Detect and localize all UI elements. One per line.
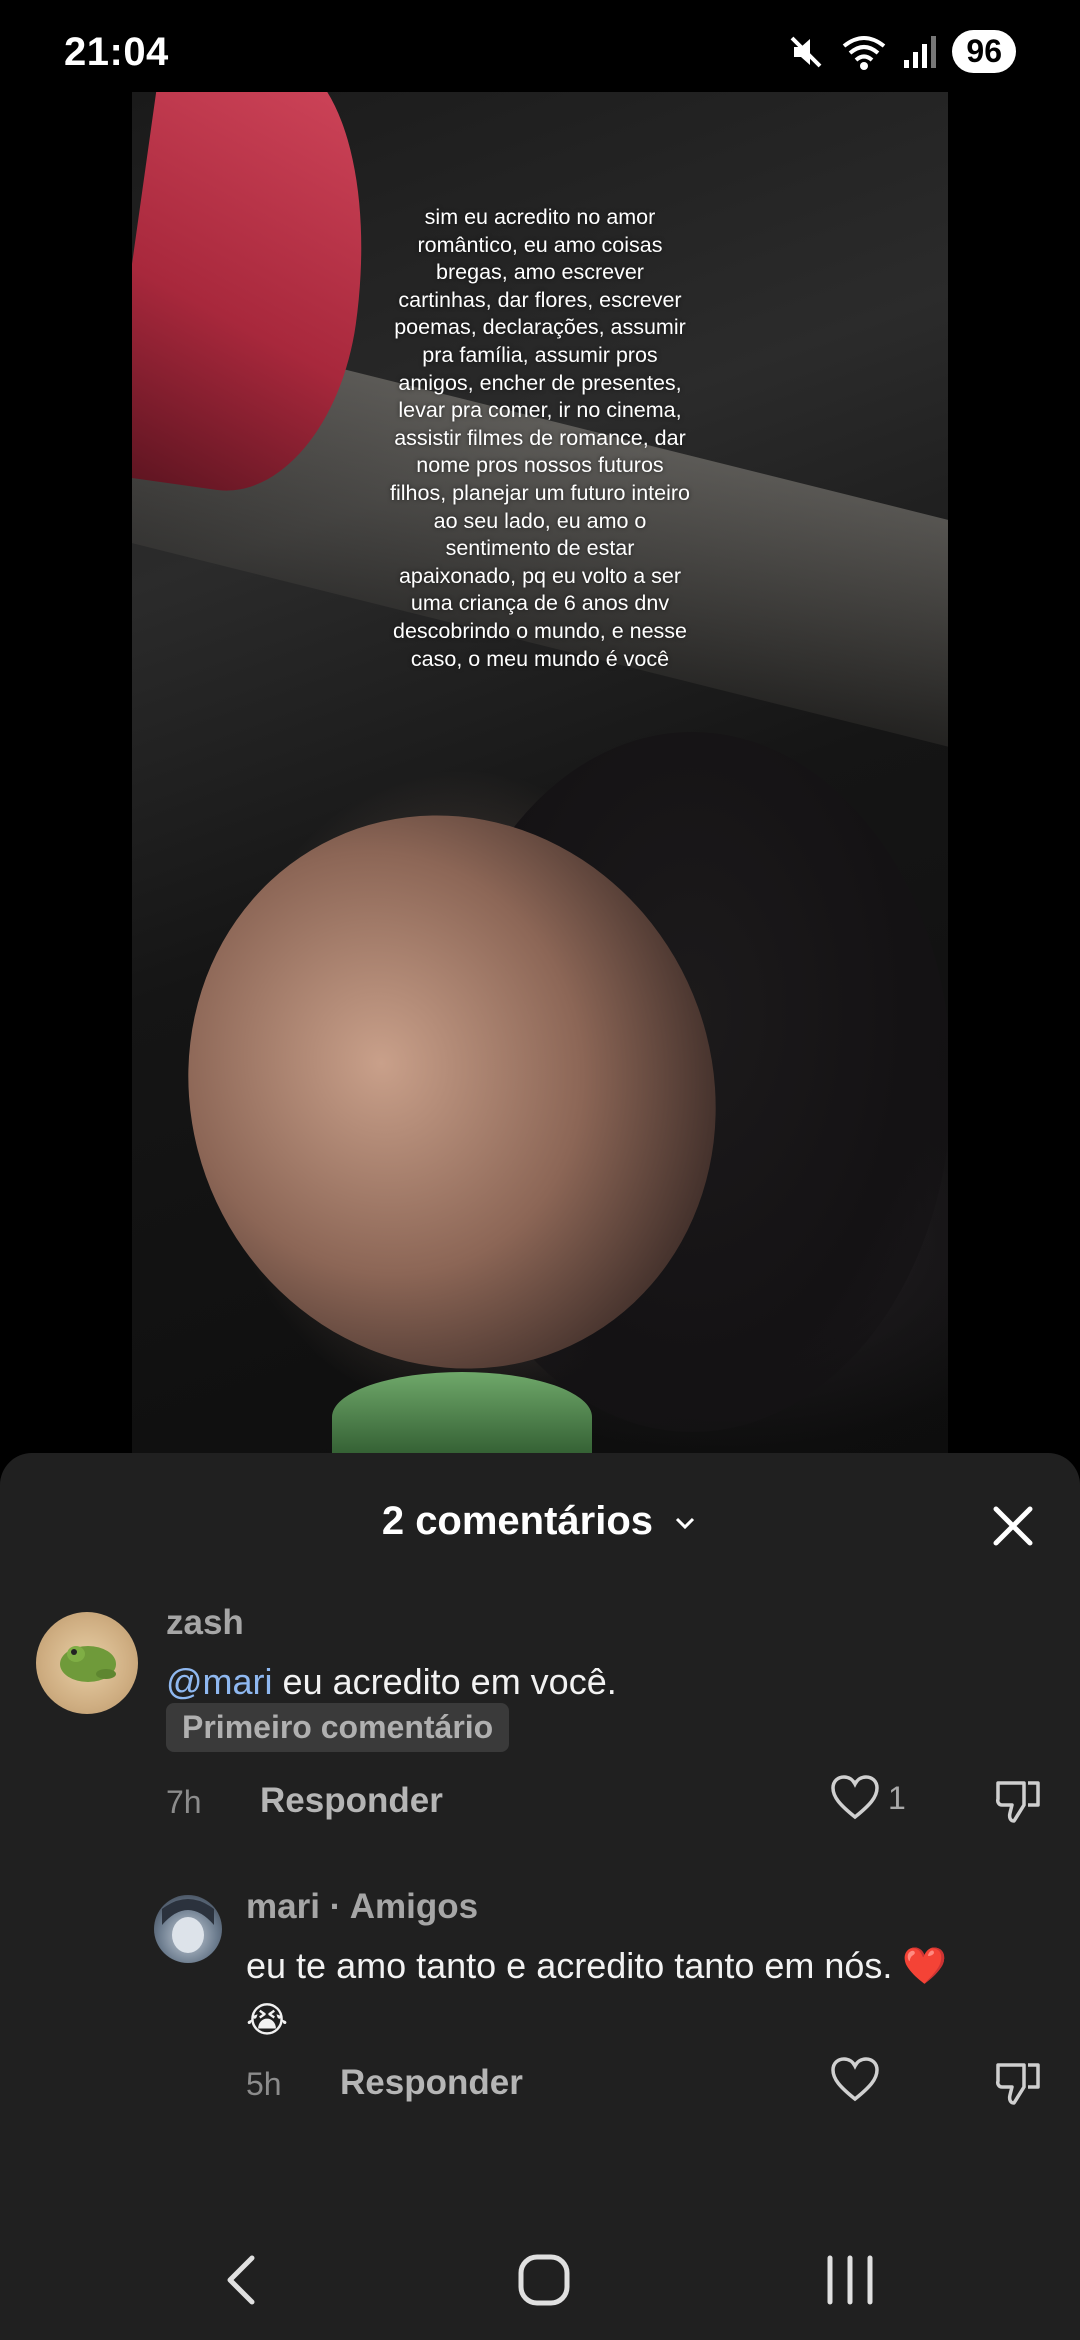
thumbs-down-icon [996, 2063, 1040, 2105]
comments-title-button[interactable]: 2 comentários [0, 1499, 1080, 1546]
recents-button[interactable] [822, 2252, 878, 2313]
back-icon [227, 2255, 255, 2305]
heart-icon [831, 2057, 879, 2102]
mention-link[interactable]: @mari [166, 1661, 273, 1702]
status-time: 21:04 [64, 30, 169, 74]
close-button[interactable] [986, 1499, 1040, 1553]
anime-avatar-icon [162, 1899, 214, 1953]
reply-time: 5h [246, 2066, 282, 2102]
comment-time: 7h [166, 1784, 202, 1820]
reply-text: eu te amo tanto e acredito tanto em nós.… [246, 1939, 1036, 2047]
home-icon [518, 2254, 570, 2306]
close-icon [993, 1506, 1033, 1546]
comments-count: 2 comentários [381, 1499, 654, 1543]
dislike-button[interactable] [994, 2057, 1044, 2112]
dislike-button[interactable] [994, 1775, 1044, 1830]
video-player[interactable]: sim eu acredito no amor romântico, eu am… [132, 92, 948, 1454]
comments-header: 2 comentários [0, 1491, 1080, 1551]
signal-icon [902, 32, 938, 72]
avatar[interactable] [154, 1895, 222, 1963]
like-button[interactable] [830, 2057, 888, 2103]
reply-button[interactable]: Responder [260, 1781, 443, 1821]
avatar[interactable] [36, 1612, 138, 1714]
comment-text-body: eu acredito em você. [272, 1661, 617, 1702]
back-button[interactable] [218, 2252, 268, 2313]
thumbs-down-icon [996, 1781, 1040, 1823]
status-icons: 96 [786, 30, 1016, 73]
crying-emoji: 😭 [246, 1999, 289, 2040]
comment-username[interactable]: zash [166, 1603, 244, 1643]
reply-text-body: eu te amo tanto e acredito tanto em nós.… [246, 1945, 948, 1986]
video-collar [332, 1372, 592, 1454]
navigation-bar [0, 2200, 1080, 2340]
like-button[interactable]: 1 [830, 1775, 906, 1821]
reply-button[interactable]: Responder [340, 2063, 523, 2103]
heart-icon [831, 1775, 879, 1820]
reply-username[interactable]: mari · Amigos [246, 1887, 478, 1927]
screen: 21:04 96 sim eu acredito no amor românti… [0, 0, 1080, 2340]
battery-indicator: 96 [952, 30, 1016, 73]
chevron-down-icon [672, 1501, 698, 1546]
mute-icon [786, 32, 826, 72]
home-button[interactable] [516, 2252, 572, 2313]
like-count: 1 [888, 1779, 906, 1816]
wifi-icon [840, 32, 888, 72]
status-bar: 21:04 96 [0, 0, 1080, 92]
video-caption: sim eu acredito no amor romântico, eu am… [390, 205, 690, 671]
first-comment-badge: Primeiro comentário [166, 1703, 510, 1752]
recents-icon [827, 2255, 873, 2305]
frog-icon [60, 1646, 116, 1682]
comment-text: @mari eu acredito em você. [166, 1655, 617, 1709]
